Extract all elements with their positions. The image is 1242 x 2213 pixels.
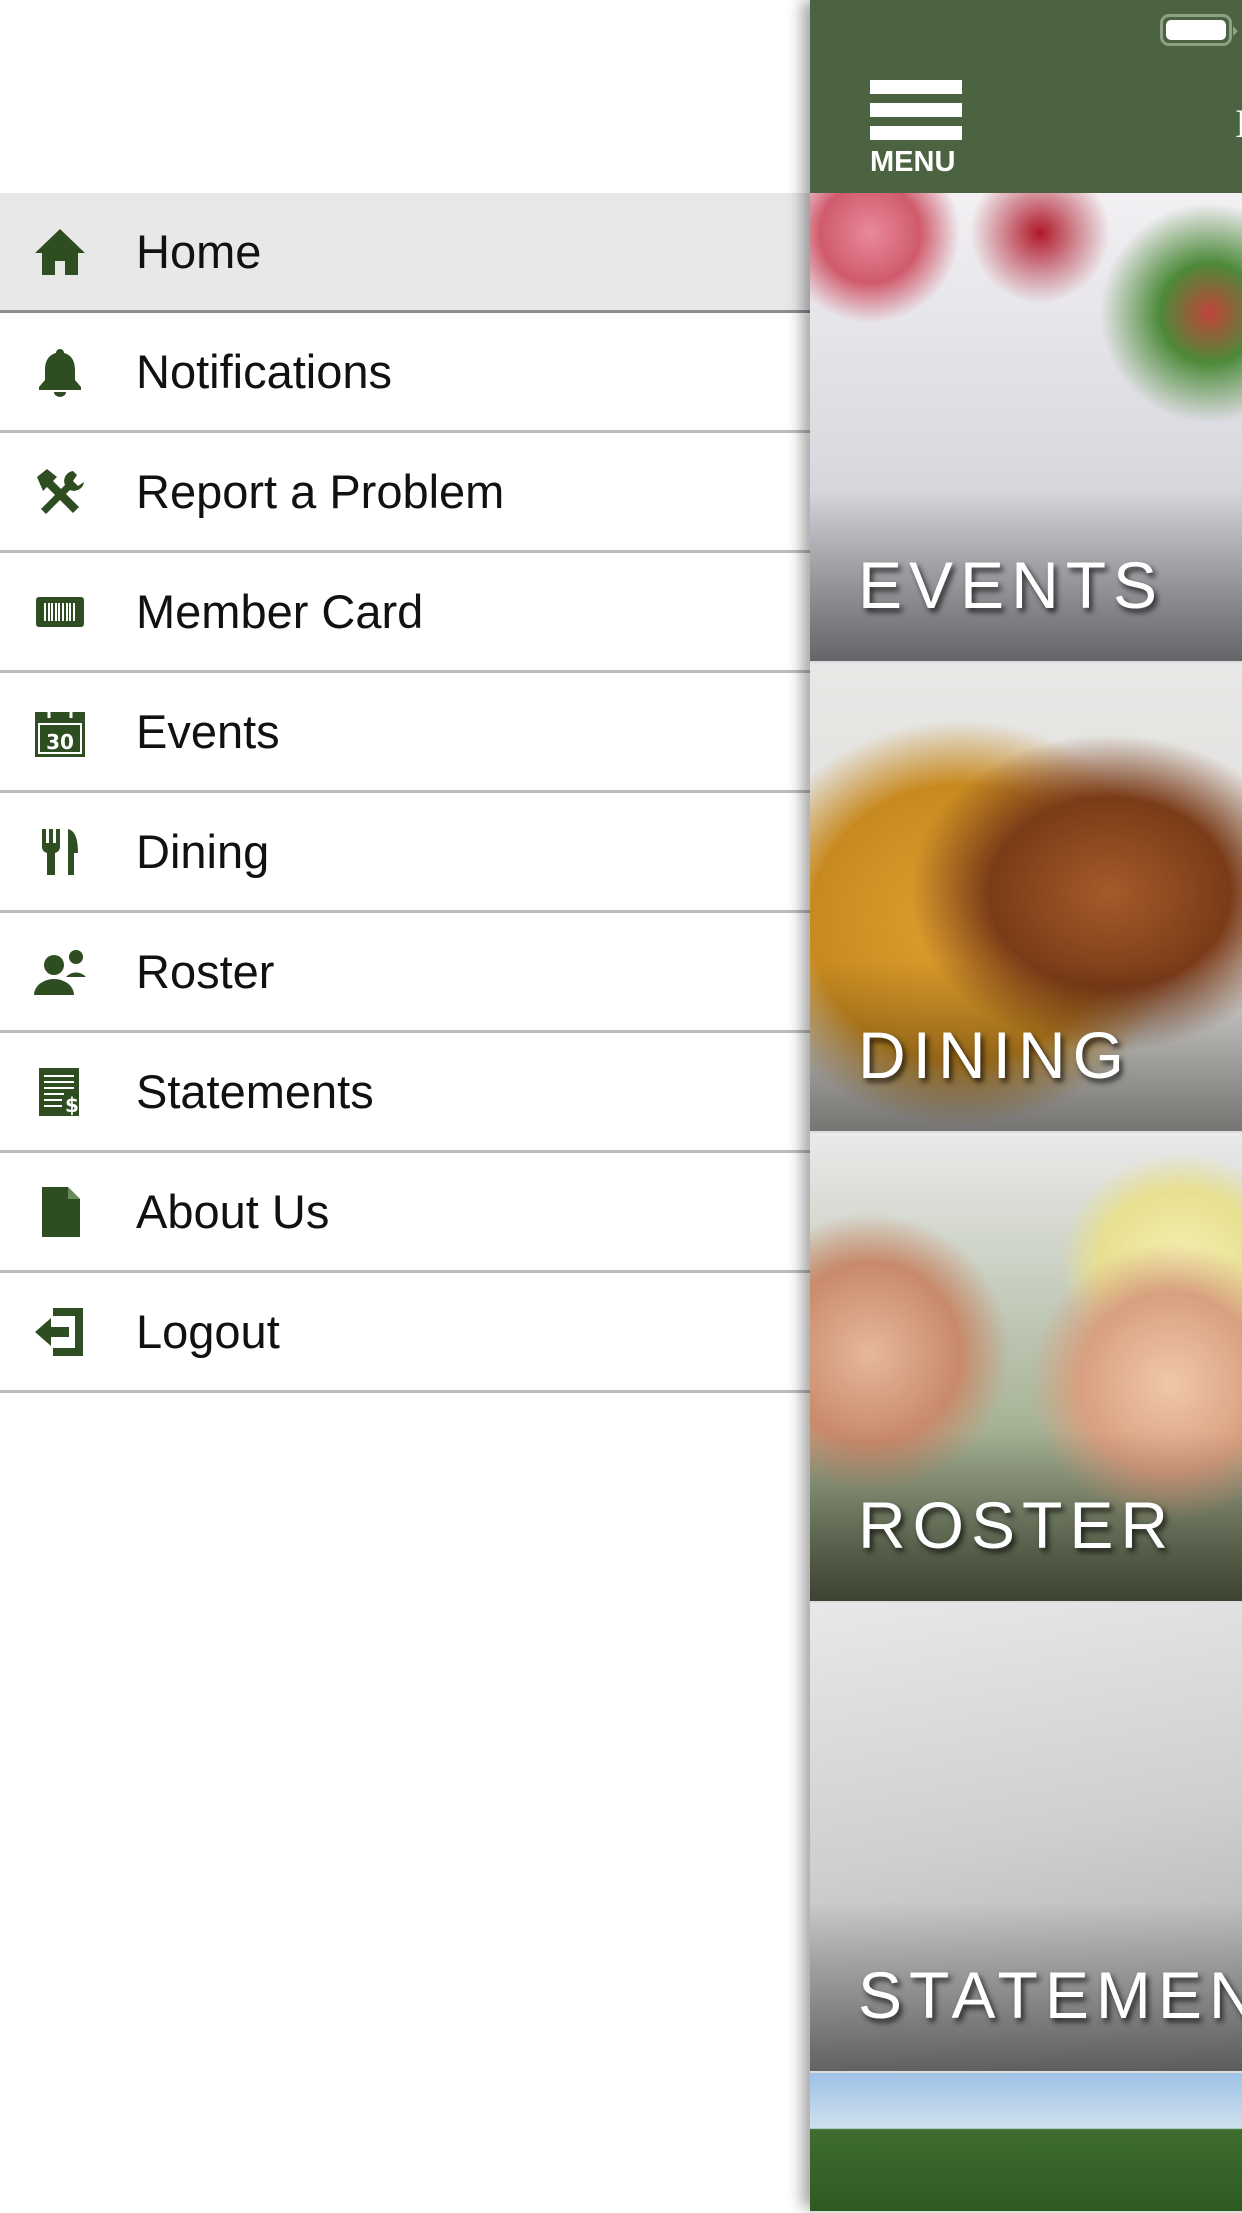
- tools-icon: [30, 462, 90, 522]
- drawer-item-member-card[interactable]: Member Card: [0, 553, 810, 673]
- calendar-icon: 30: [30, 702, 90, 762]
- drawer-item-logout[interactable]: Logout: [0, 1273, 810, 1393]
- person-icon: [30, 942, 90, 1002]
- drawer-item-label: Statements: [136, 1065, 374, 1118]
- drawer-item-roster[interactable]: Roster: [0, 913, 810, 1033]
- document-icon: [30, 1182, 90, 1242]
- tile-dining[interactable]: DINING: [810, 663, 1242, 1133]
- tile-label: STATEMENTS: [858, 1958, 1242, 2032]
- drawer-item-label: Logout: [136, 1305, 280, 1358]
- header-title: I: [1235, 101, 1242, 146]
- tile-next[interactable]: [810, 2073, 1242, 2213]
- drawer-item-about-us[interactable]: About Us: [0, 1153, 810, 1273]
- tile-label: EVENTS: [858, 548, 1165, 622]
- barcode-icon: [30, 582, 90, 642]
- drawer-item-statements[interactable]: $ Statements: [0, 1033, 810, 1153]
- drawer-item-events[interactable]: 30 Events: [0, 673, 810, 793]
- drawer-item-report-a-problem[interactable]: Report a Problem: [0, 433, 810, 553]
- hamburger-icon-bar: [870, 103, 962, 117]
- menu-label: MENU: [870, 146, 956, 178]
- tile-label: DINING: [858, 1018, 1131, 1092]
- svg-text:30: 30: [46, 730, 74, 754]
- tile-events[interactable]: EVENTS: [810, 193, 1242, 663]
- logout-icon: [30, 1302, 90, 1362]
- battery-icon: [1160, 14, 1238, 46]
- drawer-item-label: Notifications: [136, 345, 392, 398]
- statement-icon: $: [30, 1062, 90, 1122]
- bell-icon: [30, 342, 90, 402]
- tile-roster[interactable]: ROSTER: [810, 1133, 1242, 1603]
- drawer-item-label: Dining: [136, 825, 270, 878]
- drawer-item-label: Member Card: [136, 585, 424, 638]
- drawer-item-notifications[interactable]: Notifications: [0, 313, 810, 433]
- drawer-item-label: Roster: [136, 945, 275, 998]
- drawer-item-label: About Us: [136, 1185, 330, 1238]
- navigation-drawer: Home Notifications Report a Problem Memb…: [0, 0, 810, 2208]
- main-content: MENU I EVENTS DINING ROSTER STATEMENTS: [810, 0, 1242, 2213]
- drawer-header-space: [0, 0, 810, 193]
- tile-statements[interactable]: STATEMENTS: [810, 1603, 1242, 2073]
- hamburger-icon: [870, 80, 962, 94]
- svg-text:$: $: [65, 1093, 79, 1117]
- drawer-item-label: Report a Problem: [136, 465, 505, 518]
- fork-knife-icon: [30, 822, 90, 882]
- home-icon: [30, 222, 90, 282]
- drawer-item-label: Events: [136, 705, 280, 758]
- hamburger-icon-bar: [870, 126, 962, 140]
- menu-button[interactable]: MENU: [870, 80, 962, 179]
- drawer-item-label: Home: [136, 225, 262, 278]
- tile-label: ROSTER: [858, 1488, 1176, 1562]
- drawer-item-home[interactable]: Home: [0, 193, 810, 313]
- drawer-item-dining[interactable]: Dining: [0, 793, 810, 913]
- app-header: MENU I: [810, 0, 1242, 193]
